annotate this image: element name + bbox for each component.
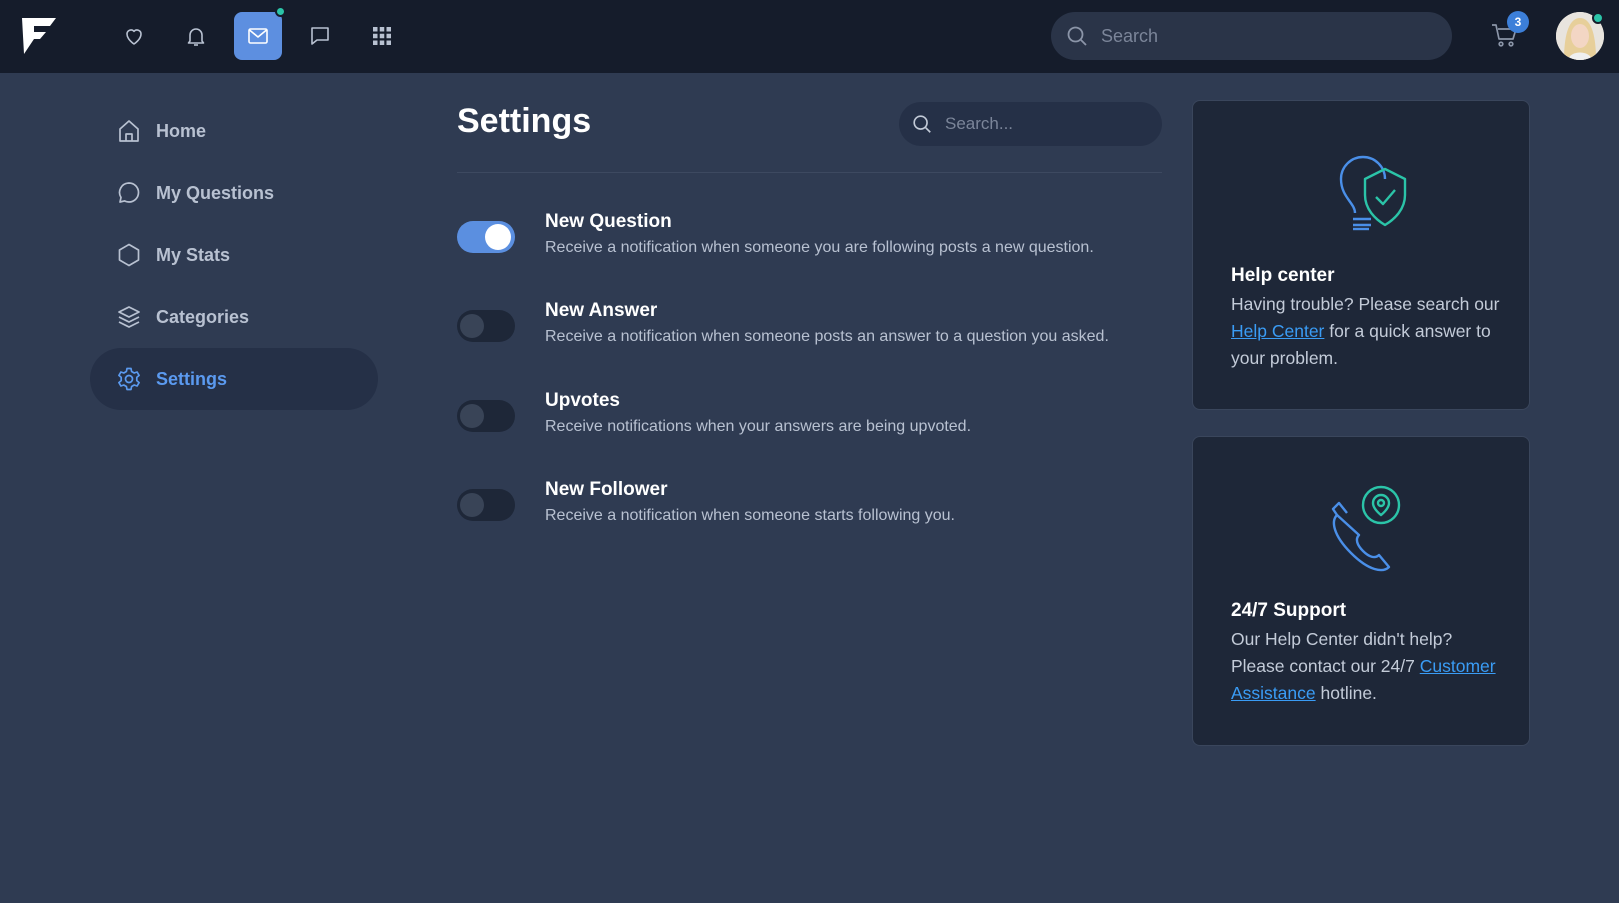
sidebar-item-my-stats[interactable]: My Stats bbox=[90, 224, 378, 286]
online-status-dot bbox=[1592, 12, 1604, 24]
logo-icon[interactable] bbox=[20, 14, 58, 58]
favorites-button[interactable] bbox=[110, 12, 158, 60]
gear-icon bbox=[118, 367, 140, 391]
heart-icon bbox=[126, 29, 142, 45]
bell-icon bbox=[187, 28, 205, 46]
top-search-bar[interactable] bbox=[1051, 12, 1452, 60]
support-text: Our Help Center didn't help? Please cont… bbox=[1231, 629, 1496, 703]
apps-button[interactable] bbox=[358, 12, 406, 60]
mail-icon bbox=[248, 28, 268, 44]
layers-icon bbox=[118, 306, 140, 328]
setting-description: Receive notifications when your answers … bbox=[545, 418, 972, 435]
sidebar-item-label: Categories bbox=[156, 306, 250, 327]
phone-location-icon bbox=[1331, 485, 1401, 572]
speech-bubble-icon bbox=[118, 182, 140, 203]
new-question-toggle[interactable] bbox=[457, 221, 515, 253]
top-search-input[interactable] bbox=[1101, 25, 1421, 47]
support-title: 24/7 Support bbox=[1231, 600, 1347, 621]
hexagon-icon bbox=[118, 243, 140, 267]
sidebar-item-home[interactable]: Home bbox=[90, 100, 378, 162]
search-icon bbox=[1067, 26, 1087, 46]
setting-description: Receive a notification when someone post… bbox=[545, 328, 1109, 345]
sidebar-item-categories[interactable]: Categories bbox=[90, 286, 378, 348]
chat-button[interactable] bbox=[296, 12, 344, 60]
chat-icon bbox=[311, 27, 329, 45]
upvotes-toggle[interactable] bbox=[457, 400, 515, 432]
sidebar-item-label: Home bbox=[156, 120, 207, 141]
lightbulb-shield-icon bbox=[1339, 155, 1407, 231]
setting-title: New Answer bbox=[545, 300, 658, 321]
sidebar-item-my-questions[interactable]: My Questions bbox=[90, 162, 378, 224]
search-icon bbox=[913, 115, 931, 133]
settings-search-input[interactable] bbox=[945, 114, 1145, 134]
sidebar-item-label: My Questions bbox=[156, 182, 275, 203]
notifications-button[interactable] bbox=[172, 12, 220, 60]
divider bbox=[457, 172, 1162, 173]
help-center-card: Help center Having trouble? Please searc… bbox=[1192, 100, 1530, 410]
page-title: Settings bbox=[457, 102, 592, 140]
top-bar: 3 bbox=[0, 0, 1619, 73]
new-answer-toggle[interactable] bbox=[457, 310, 515, 342]
help-center-title: Help center bbox=[1231, 265, 1335, 286]
setting-title: New Question bbox=[545, 211, 672, 232]
sidebar-item-label: My Stats bbox=[156, 244, 231, 265]
sidebar-item-settings[interactable]: Settings bbox=[90, 348, 378, 410]
new-follower-toggle[interactable] bbox=[457, 489, 515, 521]
setting-title: Upvotes bbox=[545, 390, 620, 411]
messages-status-dot bbox=[275, 6, 286, 17]
help-center-link[interactable]: Help Center bbox=[1231, 321, 1324, 341]
sidebar-item-label: Settings bbox=[156, 368, 228, 389]
setting-description: Receive a notification when someone star… bbox=[545, 507, 955, 524]
grid-icon bbox=[373, 27, 391, 45]
messages-button[interactable] bbox=[234, 12, 282, 60]
help-center-text: Having trouble? Please search our Help C… bbox=[1231, 294, 1500, 368]
setting-title: New Follower bbox=[545, 479, 668, 500]
home-icon bbox=[119, 120, 139, 142]
support-card: 24/7 Support Our Help Center didn't help… bbox=[1192, 436, 1530, 746]
settings-search-bar[interactable] bbox=[899, 102, 1162, 146]
cart-count-badge: 3 bbox=[1507, 11, 1529, 33]
setting-description: Receive a notification when someone you … bbox=[545, 239, 1094, 256]
sidebar: Home My Questions My Stats Categories Se… bbox=[90, 100, 378, 410]
